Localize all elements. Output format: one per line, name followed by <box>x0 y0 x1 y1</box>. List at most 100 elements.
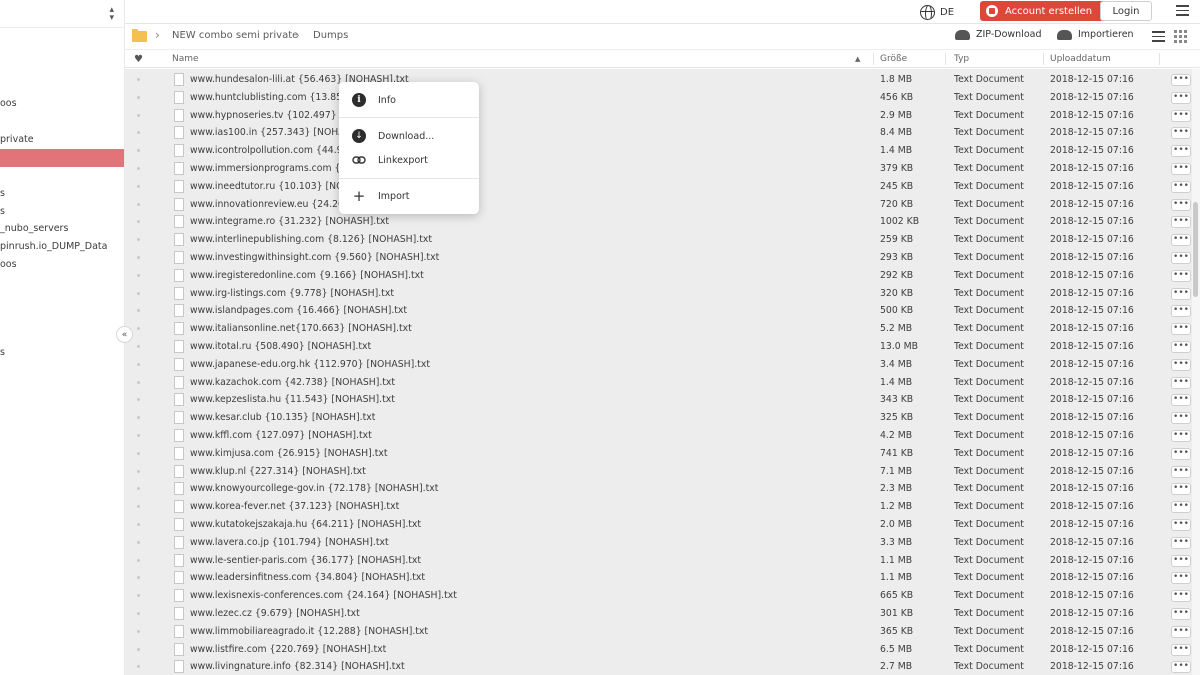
file-name[interactable]: www.limmobiliareagrado.it {12.288} [NOHA… <box>190 626 428 637</box>
favorite-dot-icon[interactable] <box>137 113 140 117</box>
login-button[interactable]: Login <box>1100 1 1152 21</box>
favorite-dot-icon[interactable] <box>137 540 140 544</box>
favorite-dot-icon[interactable] <box>137 469 140 473</box>
file-name[interactable]: www.kffl.com {127.097} [NOHASH].txt <box>190 430 372 441</box>
table-row[interactable]: www.italiansonline.net{170.663} [NOHASH]… <box>125 320 1192 338</box>
menu-item-import[interactable]: + Import <box>339 185 479 207</box>
more-options-button[interactable]: ••• <box>1171 252 1191 264</box>
table-row[interactable]: www.le-sentier-paris.com {36.177} [NOHAS… <box>125 552 1192 570</box>
favorite-dot-icon[interactable] <box>137 647 140 651</box>
sidebar-item[interactable]: oos <box>0 256 124 274</box>
file-name[interactable]: www.knowyourcollege-gov.in {72.178} [NOH… <box>190 483 438 494</box>
more-options-button[interactable]: ••• <box>1171 465 1191 478</box>
table-row[interactable]: www.hundesalon-lili.at {56.463} [NOHASH]… <box>125 71 1192 89</box>
vertical-scrollbar[interactable] <box>1192 69 1200 675</box>
favorite-dot-icon[interactable] <box>137 594 140 598</box>
more-options-button[interactable]: ••• <box>1171 269 1191 282</box>
table-row[interactable]: www.japanese-edu.org.hk {112.970} [NOHAS… <box>125 356 1192 374</box>
more-options-button[interactable]: ••• <box>1171 145 1191 158</box>
more-options-button[interactable]: ••• <box>1171 554 1191 567</box>
file-name[interactable]: www.investingwithinsight.com {9.560} [NO… <box>190 252 439 263</box>
more-options-button[interactable]: ••• <box>1171 483 1191 496</box>
file-name[interactable]: www.irg-listings.com {9.778} [NOHASH].tx… <box>190 288 394 299</box>
more-options-button[interactable]: ••• <box>1171 519 1191 531</box>
more-options-button[interactable]: ••• <box>1171 198 1191 211</box>
file-name[interactable]: www.klup.nl {227.314} [NOHASH].txt <box>190 466 366 477</box>
table-row[interactable]: www.klup.nl {227.314} [NOHASH].txt 7.1 MB… <box>125 463 1192 481</box>
menu-item-info[interactable]: i Info <box>339 89 479 111</box>
table-row[interactable]: www.interlinepublishing.com {8.126} [NOH… <box>125 231 1192 249</box>
more-options-button[interactable]: ••• <box>1171 305 1191 318</box>
more-options-button[interactable]: ••• <box>1171 394 1191 407</box>
table-row[interactable]: www.integrame.ro {31.232} [NOHASH].txt 10… <box>125 213 1192 231</box>
favorite-dot-icon[interactable] <box>137 220 140 224</box>
more-options-button[interactable]: ••• <box>1171 341 1191 353</box>
favorite-dot-icon[interactable] <box>137 665 140 669</box>
table-row[interactable]: www.itotal.ru {508.490} [NOHASH].txt 13.0… <box>125 338 1192 356</box>
favorite-dot-icon[interactable] <box>137 505 140 509</box>
favorite-dot-icon[interactable] <box>137 362 140 366</box>
more-options-button[interactable]: ••• <box>1171 234 1191 247</box>
table-row[interactable]: www.kimjusa.com {26.915} [NOHASH].txt 741… <box>125 445 1192 463</box>
favorite-dot-icon[interactable] <box>137 167 140 170</box>
favorite-dot-icon[interactable] <box>137 149 140 153</box>
table-row[interactable]: www.limmobiliareagrado.it {12.288} [NOHA… <box>125 623 1192 641</box>
more-options-button[interactable]: ••• <box>1171 180 1191 193</box>
table-row[interactable]: www.lexisnexis-conferences.com {24.164} … <box>125 587 1192 605</box>
table-row[interactable]: www.irg-listings.com {9.778} [NOHASH].tx… <box>125 285 1192 303</box>
table-row[interactable]: www.investingwithinsight.com {9.560} [NO… <box>125 249 1192 267</box>
favorite-dot-icon[interactable] <box>137 629 140 633</box>
file-name[interactable]: www.icontrolpollution.com {44.94 <box>190 145 348 156</box>
sidebar-item[interactable] <box>0 149 124 167</box>
favorite-heart-icon[interactable]: ♥ <box>134 54 143 65</box>
table-row[interactable]: www.korea-fever.net {37.123} [NOHASH].tx… <box>125 498 1192 516</box>
menu-item-download[interactable]: ↓ Download... <box>339 125 479 147</box>
more-options-button[interactable]: ••• <box>1171 536 1191 549</box>
list-view-icon[interactable] <box>1152 31 1165 42</box>
more-options-button[interactable]: ••• <box>1171 608 1191 620</box>
favorite-dot-icon[interactable] <box>137 345 140 348</box>
table-row[interactable]: www.huntclublisting.com {13.857} [NOHASH… <box>125 89 1192 107</box>
more-options-button[interactable]: ••• <box>1171 91 1191 104</box>
favorite-dot-icon[interactable] <box>137 256 140 259</box>
table-row[interactable]: www.hypnoseries.tv {102.497} [NOHASH].tx… <box>125 107 1192 125</box>
column-header-size[interactable]: Größe <box>880 54 907 64</box>
more-options-button[interactable]: ••• <box>1171 625 1191 638</box>
favorite-dot-icon[interactable] <box>137 576 140 580</box>
table-row[interactable]: www.kepzeslista.hu {11.543} [NOHASH].txt… <box>125 391 1192 409</box>
more-options-button[interactable]: ••• <box>1171 216 1191 229</box>
favorite-dot-icon[interactable] <box>137 558 140 562</box>
table-row[interactable]: www.lezec.cz {9.679} [NOHASH].txt 301 KB T… <box>125 605 1192 623</box>
file-name[interactable]: www.itotal.ru {508.490} [NOHASH].txt <box>190 341 371 352</box>
column-header-upload-date[interactable]: Uploaddatum <box>1050 54 1111 64</box>
table-row[interactable]: www.ias100.in {257.343} [NOHASH].txt 8.4 … <box>125 124 1192 142</box>
favorite-dot-icon[interactable] <box>137 380 140 384</box>
favorite-dot-icon[interactable] <box>137 78 140 81</box>
table-row[interactable]: www.lavera.co.jp {101.794} [NOHASH].txt 3… <box>125 534 1192 552</box>
table-row[interactable]: www.leadersinfitness.com {34.804} [NOHAS… <box>125 569 1192 587</box>
import-button[interactable]: Importieren <box>1057 29 1134 40</box>
file-name[interactable]: www.ineedtutor.ru {10.103} [NOH <box>190 181 350 192</box>
sort-updown-icon[interactable]: ▴ ▾ <box>109 5 114 22</box>
favorite-dot-icon[interactable] <box>137 451 140 455</box>
favorite-dot-icon[interactable] <box>137 416 140 420</box>
file-name[interactable]: www.le-sentier-paris.com {36.177} [NOHAS… <box>190 555 421 566</box>
table-row[interactable]: www.knowyourcollege-gov.in {72.178} [NOH… <box>125 480 1192 498</box>
file-name[interactable]: www.lexisnexis-conferences.com {24.164} … <box>190 590 457 601</box>
sidebar-item[interactable]: s <box>0 185 124 203</box>
collapse-sidebar-button[interactable]: « <box>116 326 133 343</box>
more-options-button[interactable]: ••• <box>1171 323 1191 336</box>
favorite-dot-icon[interactable] <box>137 398 140 402</box>
more-options-button[interactable]: ••• <box>1171 447 1191 460</box>
file-name[interactable]: www.livingnature.info {82.314} [NOHASH].… <box>190 661 405 672</box>
column-header-name[interactable]: Name <box>172 54 199 64</box>
table-row[interactable]: www.icontrolpollution.com {44.94 1.4 MB Te… <box>125 142 1192 160</box>
sidebar-item[interactable]: private <box>0 131 124 149</box>
column-header-type[interactable]: Typ <box>954 54 969 64</box>
file-name[interactable]: www.innovationreview.eu {24.269} <box>190 199 356 210</box>
hamburger-menu-icon[interactable] <box>1176 5 1189 16</box>
grid-view-icon[interactable] <box>1174 30 1187 43</box>
sort-asc-icon[interactable]: ▲ <box>855 55 860 63</box>
favorite-dot-icon[interactable] <box>137 612 140 615</box>
more-options-button[interactable]: ••• <box>1171 74 1191 86</box>
